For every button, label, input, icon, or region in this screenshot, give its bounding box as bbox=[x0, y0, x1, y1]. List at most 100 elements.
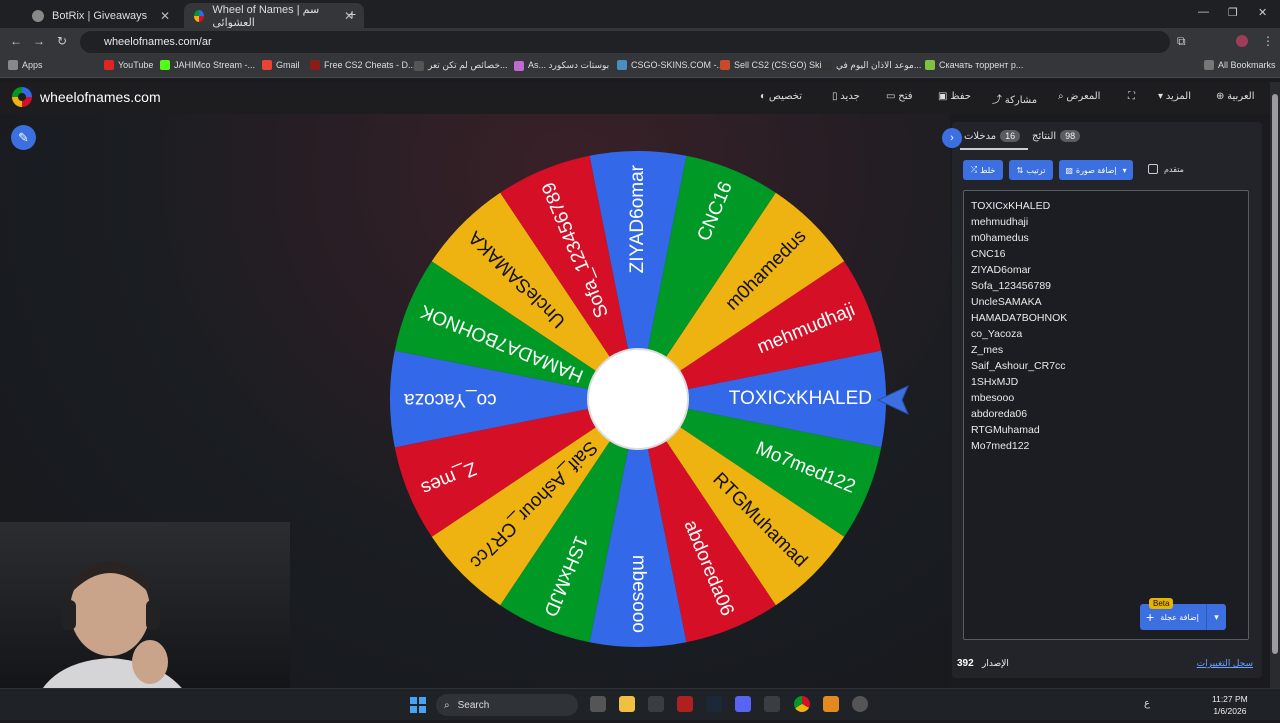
bookmark-csgo-skins[interactable]: CSGO-SKINS.COM -... bbox=[617, 60, 724, 70]
wheel-slice-label: ZIYAD6omar bbox=[627, 164, 648, 273]
browser-tab-botrix[interactable]: BotRix | Giveaways ✕ bbox=[22, 3, 180, 28]
menu-more[interactable]: ▾ المزيد bbox=[1158, 91, 1191, 102]
active-tab-indicator bbox=[960, 148, 1028, 150]
discord-icon[interactable] bbox=[735, 696, 751, 712]
entry-line[interactable]: UncleSAMAKA bbox=[964, 294, 1248, 310]
windows-start-icon[interactable] bbox=[410, 697, 426, 713]
all-bookmarks[interactable]: All Bookmarks bbox=[1204, 60, 1276, 70]
windows-taskbar: ⌕ Search ع 11:27 PM 1/6/2026 bbox=[0, 688, 1280, 720]
new-tab-icon[interactable]: + bbox=[348, 6, 356, 22]
entry-line[interactable]: TOXICxKHALED bbox=[964, 198, 1248, 214]
entry-line[interactable]: Mo7med122 bbox=[964, 438, 1248, 454]
version-row: 392 الإصدار سجل التغييرات bbox=[952, 656, 1262, 672]
forward-icon[interactable]: → bbox=[33, 34, 45, 48]
shuffle-button[interactable]: ⤮ خلط bbox=[963, 160, 1003, 180]
app-icon-red[interactable] bbox=[677, 696, 693, 712]
minimize-icon[interactable]: — bbox=[1198, 6, 1209, 18]
scrollbar-thumb[interactable] bbox=[1272, 94, 1278, 654]
changelog-link[interactable]: سجل التغييرات bbox=[1197, 658, 1253, 669]
bookmark-prayer-times[interactable]: موعد الاذان اليوم في... bbox=[822, 60, 921, 71]
restore-icon[interactable]: ❐ bbox=[1228, 6, 1238, 19]
tab-results[interactable]: النتائج 98 bbox=[1032, 130, 1084, 142]
entry-line[interactable]: RTGMuhamad bbox=[964, 422, 1248, 438]
menu-share[interactable]: ⤴ مشاركة bbox=[992, 91, 1037, 106]
profile-avatar[interactable] bbox=[1236, 35, 1248, 47]
wheel-logo-icon bbox=[12, 87, 32, 107]
menu-new[interactable]: ▯ جديد bbox=[832, 91, 860, 102]
menu-save[interactable]: ▣ حفظ bbox=[938, 91, 971, 102]
beta-badge: Beta bbox=[1149, 598, 1174, 609]
entries-textarea[interactable]: TOXICxKHALED mehmudhaji m0hamedus CNC16 ZIYA… bbox=[963, 190, 1249, 640]
back-icon[interactable]: ← bbox=[10, 34, 22, 48]
bookmark-arabic-1[interactable]: خصائص لم تكن تعر... bbox=[414, 60, 508, 71]
bookmark-jahimco[interactable]: JAHIMco Stream -... bbox=[160, 60, 255, 70]
bookmark-cs2-cheats[interactable]: Free CS2 Cheats - D... bbox=[310, 60, 416, 70]
entry-line[interactable]: 1SHxMJD bbox=[964, 374, 1248, 390]
close-tab-icon[interactable]: ✕ bbox=[160, 9, 170, 23]
app-header: wheelofnames.com ◐ تخصيص ▯ جديد ▭ فتح ▣ … bbox=[0, 82, 1270, 114]
file-explorer-icon[interactable] bbox=[619, 696, 635, 712]
bookmark-discord-posts[interactable]: As... بوستات دسكورد bbox=[514, 60, 609, 71]
quick-add-dropdown-icon[interactable]: ▾ bbox=[1206, 604, 1226, 630]
checkbox-icon[interactable] bbox=[1148, 164, 1158, 174]
brand[interactable]: wheelofnames.com bbox=[12, 87, 161, 107]
entry-line[interactable]: mehmudhaji bbox=[964, 214, 1248, 230]
menu-open[interactable]: ▭ فتح bbox=[886, 91, 913, 102]
entry-line[interactable]: Saif_Ashour_CR7cc bbox=[964, 358, 1248, 374]
fullscreen-icon[interactable]: ⛶ bbox=[1128, 91, 1135, 102]
bookmark-sell-cs2[interactable]: Sell CS2 (CS:GO) Ski... bbox=[720, 60, 829, 70]
bookmark-gmail[interactable]: Gmail bbox=[262, 60, 300, 70]
bookmark-youtube[interactable]: YouTube bbox=[104, 60, 153, 70]
brand-name: wheelofnames.com bbox=[40, 89, 161, 105]
address-bar[interactable]: wheelofnames.com/ar bbox=[80, 31, 1170, 53]
menu-gallery[interactable]: ⌕ المعرض bbox=[1058, 91, 1100, 102]
botrix-favicon-icon bbox=[32, 9, 44, 22]
wheel[interactable]: TOXICxKHALED Mo7med122 RTGMuhamad abdoreda0… bbox=[388, 149, 888, 649]
panel-tabs: › مدخلات 16 النتائج 98 bbox=[942, 122, 1262, 150]
wheel-slice-label: co_Yacoza bbox=[404, 389, 497, 410]
bookmark-apps[interactable]: Apps bbox=[8, 60, 43, 70]
wheel-slice-label: TOXICxKHALED bbox=[729, 388, 872, 409]
advanced-checkbox[interactable]: متقدم bbox=[1148, 164, 1184, 174]
app-icon-spiral[interactable] bbox=[764, 696, 780, 712]
page-scrollbar[interactable] bbox=[1270, 82, 1280, 688]
reload-icon[interactable]: ↻ bbox=[57, 34, 67, 48]
steam-icon[interactable] bbox=[706, 696, 722, 712]
entry-line[interactable]: CNC16 bbox=[964, 246, 1248, 262]
collapse-panel-chevron-icon[interactable]: › bbox=[942, 128, 962, 148]
tab-entries[interactable]: مدخلات 16 bbox=[964, 130, 1024, 142]
results-count-badge: 98 bbox=[1060, 130, 1081, 142]
edit-pencil-icon[interactable]: ✎ bbox=[11, 125, 36, 150]
bookmarks-bar: Apps YouTube JAHIMco Stream -... Gmail F… bbox=[0, 56, 1280, 78]
system-clock[interactable]: 11:27 PM 1/6/2026 bbox=[1212, 693, 1248, 717]
chrome-icon[interactable] bbox=[794, 696, 810, 712]
version-label: الإصدار bbox=[982, 658, 1009, 668]
settings-gear-icon[interactable] bbox=[852, 696, 868, 712]
task-view-icon[interactable] bbox=[590, 696, 606, 712]
sort-button[interactable]: ⇅ ترتيب bbox=[1009, 160, 1053, 180]
wheel-center-hub[interactable] bbox=[587, 348, 689, 450]
entry-line[interactable]: mbesooo bbox=[964, 390, 1248, 406]
app-icon-orange[interactable] bbox=[823, 696, 839, 712]
menu-customize[interactable]: ◐ تخصيص bbox=[760, 91, 802, 102]
entry-line[interactable]: HAMADA7BOHNOK bbox=[964, 310, 1248, 326]
browser-tab-strip: BotRix | Giveaways ✕ Wheel of Names | سم… bbox=[0, 0, 1280, 29]
menu-language[interactable]: ⊕ العربية bbox=[1216, 91, 1255, 102]
taskbar-search[interactable]: ⌕ Search bbox=[436, 694, 578, 716]
add-image-button[interactable]: ▨ إضافة صورة ▾ bbox=[1059, 160, 1133, 180]
entry-line[interactable]: Sofa_123456789 bbox=[964, 278, 1248, 294]
wheel-svg[interactable]: TOXICxKHALEDMo7med122RTGMuhamadabdoreda0… bbox=[388, 149, 888, 649]
close-window-icon[interactable]: ✕ bbox=[1258, 6, 1267, 19]
bookmark-torrent[interactable]: Скачать торрент p... bbox=[925, 60, 1023, 70]
extensions-icon[interactable]: ⧉ bbox=[1177, 34, 1186, 49]
entry-line[interactable]: ZIYAD6omar bbox=[964, 262, 1248, 278]
search-icon: ⌕ bbox=[444, 699, 450, 711]
entry-line[interactable]: Z_mes bbox=[964, 342, 1248, 358]
browser-menu-icon[interactable]: ⋮ bbox=[1262, 34, 1274, 48]
entry-line[interactable]: co_Yacoza bbox=[964, 326, 1248, 342]
entry-line[interactable]: m0hamedus bbox=[964, 230, 1248, 246]
entry-line[interactable]: abdoreda06 bbox=[964, 406, 1248, 422]
app-icon-g[interactable] bbox=[648, 696, 664, 712]
browser-tab-wheel[interactable]: Wheel of Names | سم العشوائي ✕ bbox=[184, 3, 364, 29]
input-language[interactable]: ع bbox=[1144, 698, 1150, 709]
